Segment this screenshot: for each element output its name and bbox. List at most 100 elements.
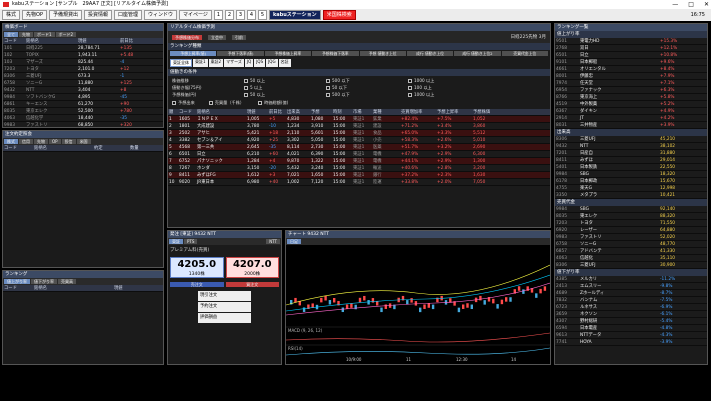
table-row[interactable]: 4 3382 セブン＆アイ 4,920 +25 3,302 5,050 15:00 東証1 小売 +… (168, 137, 550, 144)
list-item[interactable]: 9984 SBG 92,140 (555, 206, 707, 213)
filter-option[interactable]: 50 以上 (244, 92, 324, 98)
table-row[interactable]: 8035 東京エレク 52,500 +780 (3, 108, 163, 115)
list-item[interactable]: 2914 JT +4.2% (555, 115, 707, 122)
market-option-0[interactable]: 東証全体 (170, 59, 192, 67)
chart-canvas[interactable]: MACD (9, 26, 12) RSI(14) 10/9:00 11 12:3… (286, 245, 550, 363)
table-row[interactable]: 8306 三菱UFJ 673.3 -1 (3, 73, 163, 80)
list-item[interactable]: 4307 野村総研 -5.4% (555, 318, 707, 325)
misc-filter[interactable]: 売買量（千株） (208, 100, 244, 106)
table-row[interactable]: 9 8411 みずほFG 1,612 +3 7,021 1,650 15:00 東証1 銀行 +37… (168, 172, 550, 179)
list-item[interactable]: 5401 日本製鉄 22,550 (555, 164, 707, 171)
screener-tab-session[interactable]: 立会中 (208, 34, 226, 40)
order-menu-1[interactable]: 予約注文 (198, 302, 251, 312)
list-item[interactable]: 7203 トヨタ 71,550 (555, 220, 707, 227)
list-item[interactable]: 6920 レーザー 64,880 (555, 227, 707, 234)
list-item[interactable]: 9432 NTT 38,102 (555, 143, 707, 150)
list-item[interactable]: 6178 日本郵政 15,670 (555, 178, 707, 185)
list-item[interactable]: 7832 バンナム -7.5% (555, 297, 707, 304)
column-header[interactable]: 予想株価 (472, 109, 508, 115)
menu-window[interactable]: ウィンドウ (144, 10, 178, 20)
column-header[interactable]: コード (178, 109, 196, 115)
table-row[interactable]: 4063 信越化学 18,440 -35 (3, 115, 163, 122)
list-item[interactable]: 9613 NTTデータ -4.3% (555, 332, 707, 339)
market-option-1[interactable]: 東証1 (193, 59, 208, 67)
list-item[interactable]: 6758 ソニーG 48,770 (555, 241, 707, 248)
checkbox[interactable] (408, 78, 412, 83)
layout-5-button[interactable]: 5 (257, 10, 267, 20)
watch-tab-board1[interactable]: ボード1 (34, 32, 55, 37)
menu-account[interactable]: 口座管理 (114, 10, 143, 20)
checkbox[interactable] (326, 92, 330, 97)
market-option-5[interactable]: JQS (254, 59, 266, 67)
list-item[interactable]: 9501 東電力HD +15.3% (555, 38, 707, 45)
menu-futures[interactable]: 先物OP (22, 10, 47, 20)
table-row[interactable]: 10 9020 JR東日本 6,980 +40 1,002 7,120 15:00 東証1 陸運 +… (168, 179, 550, 186)
minimize-button[interactable]: — (672, 0, 678, 9)
checkbox[interactable] (258, 101, 263, 105)
list-item[interactable]: 4661 オリエンタル +8.4% (555, 66, 707, 73)
table-row[interactable]: 9983 ファストリ 68,850 +320 (3, 122, 163, 127)
checkbox[interactable] (244, 78, 248, 83)
checkbox[interactable] (326, 85, 330, 90)
list-item[interactable]: 6594 日本電産 -4.8% (555, 325, 707, 332)
table-row[interactable]: 6758 ソニーG 11,880 +125 (3, 80, 163, 87)
misc-filter[interactable]: 時価総額(億) (258, 100, 288, 106)
menu-mypage[interactable]: マイページ (179, 10, 212, 20)
list-item[interactable]: 4063 信越化 35,110 (555, 255, 707, 262)
column-header[interactable]: 現値 (246, 109, 268, 115)
sell-order-button[interactable]: 売注文 (170, 282, 224, 287)
list-item[interactable]: 8306 三菱UFJ 45,210 (555, 136, 707, 143)
filter-option[interactable]: 1000 以上 (408, 92, 488, 98)
list-item[interactable]: 8306 三菱UFJ 30,900 (555, 262, 707, 269)
list-item[interactable]: 4519 中外製薬 +5.2% (555, 101, 707, 108)
buy-price-box[interactable]: 4207.0 2000株 (225, 257, 279, 278)
table-row[interactable]: 7203 トヨタ 2,101.0 +12 (3, 66, 163, 73)
position-tab-futures[interactable]: 先物 (34, 139, 48, 144)
layout-2-button[interactable]: 2 (224, 10, 234, 20)
order-menu-2[interactable]: 評価損益 (198, 313, 251, 323)
order-menu-0[interactable]: 現引注文 (198, 291, 251, 301)
filter-option[interactable]: 1000 以上 (408, 78, 488, 84)
column-header[interactable]: 予想 (310, 109, 332, 115)
list-item[interactable]: 8001 伊藤忠 +7.9% (555, 73, 707, 80)
misc-filter[interactable]: 予想出来 (172, 100, 195, 106)
filter-option[interactable]: 5 以上 (244, 85, 324, 91)
list-item[interactable]: 6857 アドバンテ 41,330 (555, 248, 707, 255)
market-option-7[interactable]: 名証 (278, 59, 291, 67)
category-button-2[interactable]: 予想株価上昇率 (264, 51, 312, 56)
list-item[interactable]: 4755 楽天G 12,998 (555, 185, 707, 192)
ranking-tab-down[interactable]: 値下がり率 (31, 279, 57, 284)
table-row[interactable]: 6861 キーエンス 61,270 +90 (3, 101, 163, 108)
filter-option[interactable]: 50 以上 (244, 78, 324, 84)
column-header[interactable]: 順 (168, 109, 178, 115)
buy-order-button[interactable]: 買注文 (225, 282, 279, 287)
us-stock-search-button[interactable]: 米国株検索 (322, 10, 356, 20)
column-header[interactable]: 予想上昇率 (436, 109, 472, 115)
category-button-0[interactable]: 予想上昇率(値) (170, 51, 217, 56)
column-header[interactable]: 出来高 (286, 109, 310, 115)
table-row[interactable]: 103 マザーズ 825.44 -4 (3, 59, 163, 66)
table-row[interactable]: 101 日経225 28,784.71 +135 (3, 45, 163, 52)
order-tab-pts[interactable]: PTS (184, 239, 198, 244)
menu-stock[interactable]: 株式 (2, 10, 21, 20)
position-tab-margin[interactable]: 信用 (19, 139, 33, 144)
list-item[interactable]: 6954 ファナック +6.3% (555, 87, 707, 94)
table-row[interactable]: 7 6752 パナソニック 1,284 +4 9,870 1,322 15:00 東証1 電機 +4… (168, 158, 550, 165)
list-item[interactable]: 2413 エムスリー -9.8% (555, 283, 707, 290)
watch-tab-all[interactable]: 全て (4, 32, 18, 37)
list-item[interactable]: 8766 東京海上 +5.8% (555, 94, 707, 101)
list-item[interactable]: 7974 任天堂 +7.1% (555, 80, 707, 87)
filter-option[interactable]: 500 以下 (326, 92, 406, 98)
ranking-tab-up[interactable]: 値上がり率 (4, 279, 30, 284)
list-item[interactable]: 6367 ダイキン +4.9% (555, 108, 707, 115)
category-button-5[interactable]: 成行 値動き上位 (406, 51, 454, 56)
category-button-1[interactable]: 予想下落率(値) (217, 51, 264, 56)
market-option-6[interactable]: JQG (266, 59, 278, 67)
checkbox[interactable] (244, 92, 248, 97)
column-header[interactable]: 業種 (372, 109, 400, 115)
checkbox[interactable] (172, 101, 176, 105)
list-item[interactable]: 3659 ネクソン -6.1% (555, 311, 707, 318)
market-option-2[interactable]: 東証2 (208, 59, 224, 67)
menu-lending[interactable]: 予備規貸出 (48, 10, 82, 20)
checkbox[interactable] (208, 101, 213, 105)
